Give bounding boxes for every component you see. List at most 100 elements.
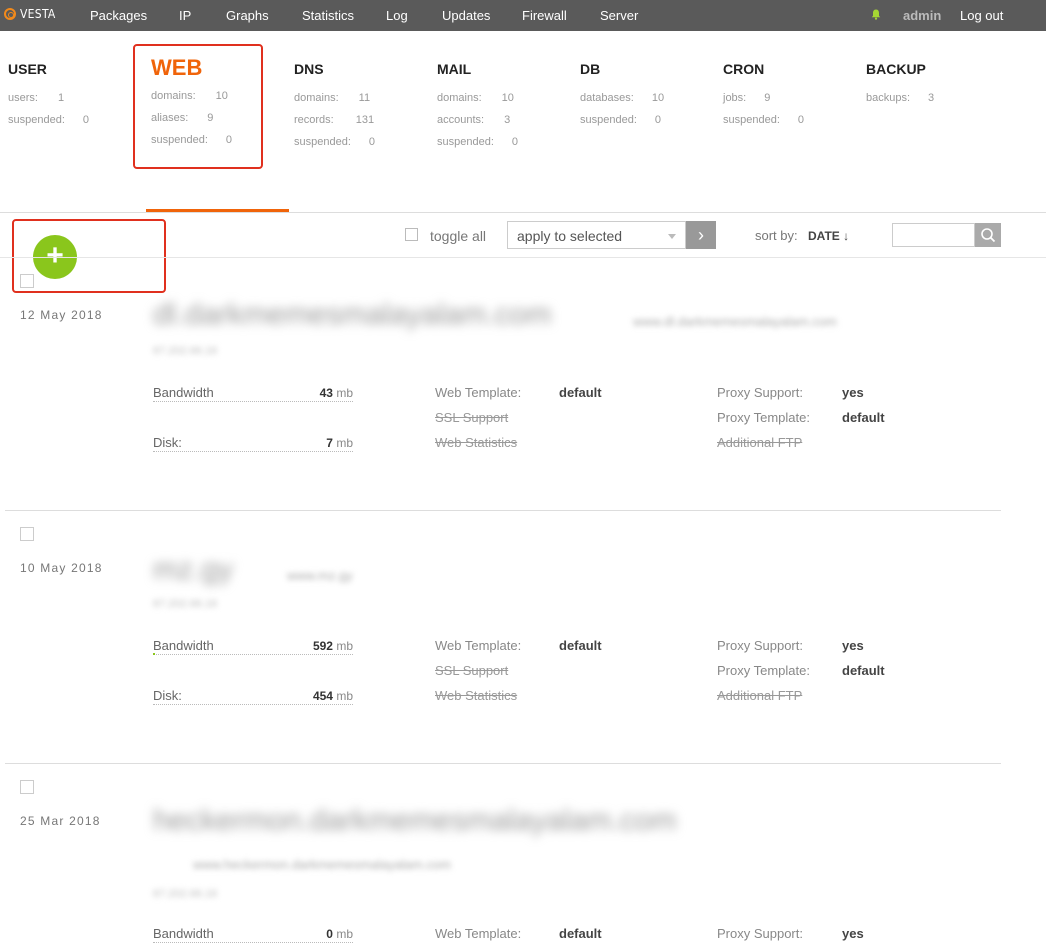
stat-row: domains: 11 <box>294 92 371 104</box>
web-template-value: default <box>559 926 602 941</box>
row-checkbox[interactable] <box>20 274 34 288</box>
toggle-all-checkbox[interactable] <box>405 228 418 241</box>
disk-metric: Disk: 7 mb <box>153 435 353 452</box>
row-separator <box>5 510 1001 511</box>
stat-row: domains: 10 <box>437 92 514 104</box>
stat-cron[interactable]: CRON jobs: 9 suspended: 0 <box>723 61 804 135</box>
stat-db[interactable]: DB databases: 10 suspended: 0 <box>580 61 664 135</box>
nav-graphs[interactable]: Graphs <box>226 8 269 23</box>
nav-firewall[interactable]: Firewall <box>522 8 567 23</box>
web-statistics-label: Web Statistics <box>435 688 518 703</box>
bandwidth-metric: Bandwidth 43 mb <box>153 385 353 402</box>
stat-row: jobs: 9 <box>723 92 771 104</box>
ssl-support-label: SSL Support <box>435 410 509 425</box>
stat-user[interactable]: USER users: 1 suspended: 0 <box>8 61 89 135</box>
stat-mail-title: MAIL <box>437 61 472 77</box>
proxy-support-label: Proxy Support: <box>717 926 803 941</box>
web-template-label: Web Template: <box>435 385 522 400</box>
proxy-support-label: Proxy Support: <box>717 638 803 653</box>
bell-icon[interactable] <box>871 9 881 20</box>
stat-dns[interactable]: DNS domains: 11 records: 131 suspended: 0 <box>294 61 375 157</box>
sort-dropdown[interactable]: DATE ↓ <box>808 229 849 243</box>
logout-link[interactable]: Log out <box>960 8 1003 23</box>
domain-ip: 67.202.66.16 <box>153 345 218 357</box>
domain-name[interactable]: dl.darkmemesmalayalam.com <box>153 298 551 332</box>
stat-row: suspended: 0 <box>437 136 519 148</box>
row-date: 25 Mar 2018 <box>20 814 101 828</box>
proxy-template-value: default <box>842 663 885 678</box>
domain-ip: 67.202.66.16 <box>153 598 218 610</box>
stat-row: databases: 10 <box>580 92 665 104</box>
stat-row: suspended: 0 <box>8 114 90 126</box>
web-template-label: Web Template: <box>435 638 522 653</box>
search-icon <box>981 228 996 243</box>
stat-row: users: 1 <box>8 92 65 104</box>
proxy-support-value: yes <box>842 638 864 653</box>
stat-dns-title: DNS <box>294 61 324 77</box>
row-separator <box>5 763 1001 764</box>
disk-metric: Disk: 454 mb <box>153 688 353 705</box>
bandwidth-usage-bar <box>153 653 155 655</box>
stat-mail[interactable]: MAIL domains: 10 accounts: 3 suspended: 0 <box>437 61 518 157</box>
proxy-template-label: Proxy Template: <box>717 410 810 425</box>
apply-button[interactable]: › <box>686 221 716 249</box>
nav-statistics[interactable]: Statistics <box>302 8 354 23</box>
nav-packages[interactable]: Packages <box>90 8 147 23</box>
user-menu-admin[interactable]: admin <box>903 8 941 23</box>
divider <box>0 257 1046 258</box>
bandwidth-metric: Bandwidth 0 mb <box>153 926 353 943</box>
domain-name[interactable]: mz.gy <box>153 553 233 587</box>
row-date: 10 May 2018 <box>20 561 103 575</box>
caret-down-icon <box>668 234 676 239</box>
stat-user-title: USER <box>8 61 47 77</box>
stat-row: suspended: 0 <box>580 114 662 126</box>
web-template-value: default <box>559 385 602 400</box>
stat-row: suspended: 0 <box>294 136 376 148</box>
bandwidth-metric: Bandwidth 592 mb <box>153 638 353 655</box>
stat-cron-title: CRON <box>723 61 765 77</box>
stat-backup[interactable]: BACKUP backups: 3 <box>866 61 934 113</box>
proxy-template-value: default <box>842 410 885 425</box>
domain-alias: www.dl.darkmemesmalayalam.com <box>633 314 837 329</box>
stat-row: records: 131 <box>294 114 375 126</box>
row-checkbox[interactable] <box>20 527 34 541</box>
bulk-action-select[interactable]: apply to selected <box>507 221 686 249</box>
proxy-support-value: yes <box>842 926 864 941</box>
vesta-logo-icon <box>4 8 16 20</box>
proxy-template-label: Proxy Template: <box>717 663 810 678</box>
vesta-logo[interactable]: VESTA <box>4 7 56 21</box>
web-template-label: Web Template: <box>435 926 522 941</box>
stat-row: backups: 3 <box>866 92 935 104</box>
nav-log[interactable]: Log <box>386 8 408 23</box>
nav-updates[interactable]: Updates <box>442 8 490 23</box>
stat-row: suspended: 0 <box>723 114 805 126</box>
proxy-support-value: yes <box>842 385 864 400</box>
additional-ftp-label: Additional FTP <box>717 435 803 450</box>
top-navbar: VESTA Packages IP Graphs Statistics Log … <box>0 0 1046 31</box>
stat-db-title: DB <box>580 61 601 77</box>
nav-ip[interactable]: IP <box>179 8 191 23</box>
search-input[interactable] <box>892 223 975 247</box>
nav-server[interactable]: Server <box>600 8 638 23</box>
stat-backup-title: BACKUP <box>866 61 926 77</box>
ssl-support-label: SSL Support <box>435 663 509 678</box>
highlight-box-add <box>12 219 166 293</box>
bulk-action-value: apply to selected <box>517 228 623 244</box>
toggle-all-label[interactable]: toggle all <box>430 228 486 244</box>
brand-name: VESTA <box>20 7 56 21</box>
domain-ip: 67.202.66.16 <box>153 888 218 900</box>
highlight-box-web <box>133 44 263 169</box>
web-statistics-label: Web Statistics <box>435 435 518 450</box>
domain-alias: www.mz.gy <box>287 568 353 583</box>
search-button[interactable] <box>975 223 1001 247</box>
domain-alias: www.heckermon.darkmemesmalayalam.com <box>193 857 451 872</box>
proxy-support-label: Proxy Support: <box>717 385 803 400</box>
sort-label: sort by: <box>755 228 798 243</box>
divider <box>0 212 1046 213</box>
stat-row: accounts: 3 <box>437 114 511 126</box>
domain-name[interactable]: heckermon.darkmemesmalayalam.com <box>153 804 677 838</box>
additional-ftp-label: Additional FTP <box>717 688 803 703</box>
row-checkbox[interactable] <box>20 780 34 794</box>
web-template-value: default <box>559 638 602 653</box>
row-date: 12 May 2018 <box>20 308 103 322</box>
